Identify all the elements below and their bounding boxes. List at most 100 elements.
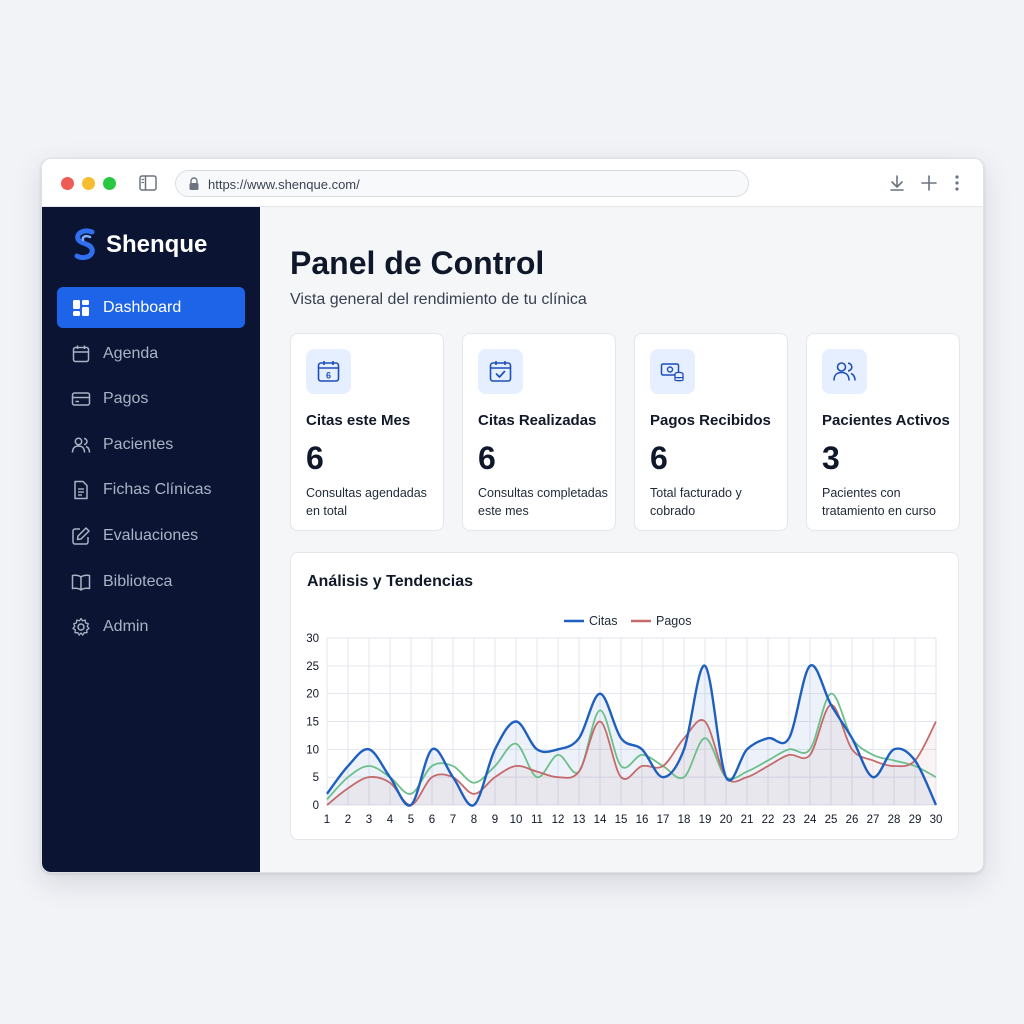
- sidebar-item-pagos[interactable]: Pagos: [57, 378, 245, 419]
- x-tick-label: 25: [825, 814, 838, 826]
- browser-window: https://www.shenque.com/ Shenque Dashboa…: [41, 158, 984, 873]
- url-text: https://www.shenque.com/: [208, 177, 360, 192]
- minimize-window-button[interactable]: [82, 177, 95, 190]
- y-tick-label: 25: [306, 661, 319, 673]
- sidebar-item-dashboard[interactable]: Dashboard: [57, 287, 245, 328]
- x-tick-label: 4: [387, 814, 394, 826]
- sidebar-item-agenda[interactable]: Agenda: [57, 333, 245, 374]
- sidebar-item-fichas-clinicas[interactable]: Fichas Clínicas: [57, 469, 245, 510]
- y-tick-label: 15: [306, 717, 319, 729]
- browser-toolbar: https://www.shenque.com/: [42, 159, 983, 207]
- stat-card-pacientes-activos[interactable]: Pacientes Activos 3 Pacientes con tratam…: [806, 333, 960, 531]
- y-tick-label: 0: [313, 800, 319, 812]
- new-tab-icon[interactable]: [920, 174, 938, 192]
- legend-label: Citas: [589, 614, 617, 628]
- analysis-chart-card: Análisis y Tendencias 0 5 10 15 20 25 30 1 2 3 4 5 6…: [290, 552, 959, 840]
- sidebar-item-label: Dashboard: [103, 299, 182, 316]
- sidebar-item-label: Pagos: [103, 390, 149, 408]
- svg-text:6: 6: [326, 371, 331, 381]
- y-tick-label: 10: [306, 744, 319, 756]
- y-tick-label: 20: [306, 689, 319, 701]
- card-value: 6: [306, 440, 324, 476]
- shenque-logo-icon: [74, 228, 95, 261]
- book-icon: [71, 574, 91, 591]
- x-tick-label: 30: [930, 814, 943, 826]
- card-description: Pacientes con tratamiento en curso: [822, 486, 936, 518]
- x-tick-label: 18: [678, 814, 691, 826]
- document-icon: [74, 481, 88, 500]
- x-tick-label: 3: [366, 814, 372, 826]
- stat-card-pagos-recibidos[interactable]: Pagos Recibidos 6 Total facturado y cobr…: [634, 333, 788, 531]
- edit-icon: [72, 527, 90, 545]
- x-tick-label: 2: [345, 814, 351, 826]
- credit-card-icon: [71, 392, 91, 406]
- y-tick-label: 5: [313, 772, 319, 784]
- sidebar-toggle-icon[interactable]: [139, 175, 157, 191]
- sidebar-item-pacientes[interactable]: Pacientes: [57, 424, 245, 465]
- trend-chart[interactable]: 0510152025301 2 3 4 5 6 7 8 9 10 11 12 13 14 15 16 17 18 1…: [291, 553, 960, 841]
- card-description: Total facturado y cobrado: [650, 486, 742, 518]
- close-window-button[interactable]: [61, 177, 74, 190]
- sidebar-item-label: Evaluaciones: [103, 526, 199, 544]
- x-tick-label: 29: [909, 814, 922, 826]
- gear-icon: [72, 618, 90, 636]
- maximize-window-button[interactable]: [103, 177, 116, 190]
- address-bar[interactable]: https://www.shenque.com/: [175, 170, 749, 197]
- sidebar-item-biblioteca[interactable]: Biblioteca: [57, 561, 245, 602]
- x-tick-label: 16: [636, 814, 649, 826]
- card-description: Consultas agendadas en total: [306, 486, 427, 518]
- x-tick-label: 28: [888, 814, 901, 826]
- x-tick-label: 12: [552, 814, 565, 826]
- calendar-check-icon: [489, 361, 512, 382]
- sidebar-item-label: Admin: [103, 618, 149, 636]
- main-content: Panel de Control Vista general del rendi…: [260, 207, 983, 872]
- x-tick-label: 10: [510, 814, 523, 826]
- legend-label: Pagos: [656, 614, 691, 628]
- x-tick-label: 13: [573, 814, 586, 826]
- card-value: 3: [822, 440, 840, 476]
- stat-card-citas-mes[interactable]: 6 Citas este Mes 6 Consultas agendadas e…: [290, 333, 444, 531]
- stat-card-citas-realizadas[interactable]: Citas Realizadas 6 Consultas completadas…: [462, 333, 616, 531]
- x-tick-label: 26: [846, 814, 859, 826]
- x-tick-label: 19: [699, 814, 712, 826]
- sidebar-nav: Dashboard Agenda Pagos Pacientes Fichas …: [57, 287, 245, 652]
- sidebar-item-label: Agenda: [103, 344, 159, 362]
- card-title: Pacientes Activos: [822, 412, 950, 429]
- card-icon-box: [650, 349, 695, 394]
- x-tick-label: 1: [324, 814, 330, 826]
- x-tick-label: 7: [450, 814, 456, 826]
- x-tick-label: 27: [867, 814, 880, 826]
- card-description: Consultas completadas este mes: [478, 486, 608, 518]
- card-title: Pagos Recibidos: [650, 412, 771, 429]
- card-title: Citas Realizadas: [478, 412, 597, 429]
- x-tick-label: 17: [657, 814, 670, 826]
- x-tick-label: 22: [762, 814, 775, 826]
- users-icon: [833, 362, 856, 381]
- x-tick-label: 24: [804, 814, 817, 826]
- sidebar-item-evaluaciones[interactable]: Evaluaciones: [57, 515, 245, 556]
- card-title: Citas este Mes: [306, 412, 411, 429]
- more-menu-icon[interactable]: [948, 174, 966, 192]
- brand-name: Shenque: [106, 231, 208, 258]
- dashboard-icon: [73, 300, 89, 316]
- lock-icon: [189, 177, 199, 190]
- x-tick-label: 23: [783, 814, 796, 826]
- sidebar-item-label: Pacientes: [103, 435, 174, 453]
- x-tick-label: 8: [471, 814, 477, 826]
- x-tick-label: 11: [531, 814, 543, 826]
- download-icon[interactable]: [888, 174, 906, 192]
- sidebar: Shenque Dashboard Agenda Pagos Pacientes…: [42, 207, 260, 872]
- page-subtitle: Vista general del rendimiento de tu clín…: [290, 291, 587, 308]
- x-tick-label: 15: [615, 814, 628, 826]
- card-icon-box: [822, 349, 867, 394]
- card-value: 6: [478, 440, 496, 476]
- sidebar-item-label: Fichas Clínicas: [103, 481, 212, 499]
- card-icon-box: [478, 349, 523, 394]
- calendar-icon: [72, 345, 90, 362]
- users-icon: [71, 437, 91, 453]
- x-tick-label: 6: [429, 814, 435, 826]
- x-tick-label: 21: [741, 814, 754, 826]
- sidebar-item-admin[interactable]: Admin: [57, 606, 245, 647]
- money-icon: [660, 363, 684, 382]
- x-tick-label: 9: [492, 814, 498, 826]
